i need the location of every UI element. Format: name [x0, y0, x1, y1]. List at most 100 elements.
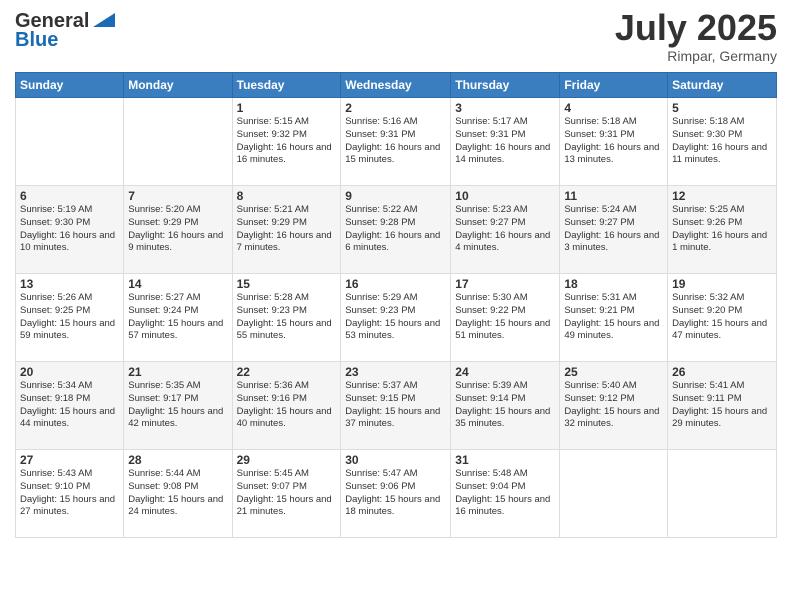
- day-info: Sunrise: 5:45 AMSunset: 9:07 PMDaylight:…: [237, 468, 337, 519]
- calendar-week-1: 1Sunrise: 5:15 AMSunset: 9:32 PMDaylight…: [16, 98, 777, 186]
- day-number: 1: [237, 101, 337, 115]
- day-number: 28: [128, 453, 227, 467]
- calendar-cell: 6Sunrise: 5:19 AMSunset: 9:30 PMDaylight…: [16, 186, 124, 274]
- day-info: Sunrise: 5:31 AMSunset: 9:21 PMDaylight:…: [564, 292, 663, 343]
- day-info: Sunrise: 5:39 AMSunset: 9:14 PMDaylight:…: [455, 380, 555, 431]
- calendar-cell: 23Sunrise: 5:37 AMSunset: 9:15 PMDayligh…: [341, 362, 451, 450]
- day-number: 13: [20, 277, 119, 291]
- calendar-cell: [560, 450, 668, 538]
- title-area: July 2025 Rimpar, Germany: [615, 10, 777, 64]
- calendar-cell: 10Sunrise: 5:23 AMSunset: 9:27 PMDayligh…: [451, 186, 560, 274]
- day-info: Sunrise: 5:23 AMSunset: 9:27 PMDaylight:…: [455, 204, 555, 255]
- day-number: 12: [672, 189, 772, 203]
- calendar-cell: 5Sunrise: 5:18 AMSunset: 9:30 PMDaylight…: [668, 98, 777, 186]
- calendar-cell: 12Sunrise: 5:25 AMSunset: 9:26 PMDayligh…: [668, 186, 777, 274]
- day-number: 10: [455, 189, 555, 203]
- calendar-cell: 14Sunrise: 5:27 AMSunset: 9:24 PMDayligh…: [124, 274, 232, 362]
- day-number: 24: [455, 365, 555, 379]
- month-title: July 2025: [615, 10, 777, 46]
- col-friday: Friday: [560, 73, 668, 98]
- calendar-cell: 16Sunrise: 5:29 AMSunset: 9:23 PMDayligh…: [341, 274, 451, 362]
- day-info: Sunrise: 5:47 AMSunset: 9:06 PMDaylight:…: [345, 468, 446, 519]
- calendar-cell: 29Sunrise: 5:45 AMSunset: 9:07 PMDayligh…: [232, 450, 341, 538]
- calendar-cell: 15Sunrise: 5:28 AMSunset: 9:23 PMDayligh…: [232, 274, 341, 362]
- day-info: Sunrise: 5:21 AMSunset: 9:29 PMDaylight:…: [237, 204, 337, 255]
- logo-icon: [93, 13, 115, 27]
- calendar: Sunday Monday Tuesday Wednesday Thursday…: [15, 72, 777, 538]
- calendar-cell: 20Sunrise: 5:34 AMSunset: 9:18 PMDayligh…: [16, 362, 124, 450]
- calendar-header-row: Sunday Monday Tuesday Wednesday Thursday…: [16, 73, 777, 98]
- calendar-cell: 31Sunrise: 5:48 AMSunset: 9:04 PMDayligh…: [451, 450, 560, 538]
- day-info: Sunrise: 5:15 AMSunset: 9:32 PMDaylight:…: [237, 116, 337, 167]
- calendar-cell: 13Sunrise: 5:26 AMSunset: 9:25 PMDayligh…: [16, 274, 124, 362]
- calendar-cell: [124, 98, 232, 186]
- day-info: Sunrise: 5:20 AMSunset: 9:29 PMDaylight:…: [128, 204, 227, 255]
- day-number: 7: [128, 189, 227, 203]
- calendar-cell: 17Sunrise: 5:30 AMSunset: 9:22 PMDayligh…: [451, 274, 560, 362]
- day-info: Sunrise: 5:40 AMSunset: 9:12 PMDaylight:…: [564, 380, 663, 431]
- day-info: Sunrise: 5:16 AMSunset: 9:31 PMDaylight:…: [345, 116, 446, 167]
- day-info: Sunrise: 5:34 AMSunset: 9:18 PMDaylight:…: [20, 380, 119, 431]
- calendar-cell: 28Sunrise: 5:44 AMSunset: 9:08 PMDayligh…: [124, 450, 232, 538]
- day-number: 25: [564, 365, 663, 379]
- day-number: 23: [345, 365, 446, 379]
- day-number: 19: [672, 277, 772, 291]
- calendar-week-5: 27Sunrise: 5:43 AMSunset: 9:10 PMDayligh…: [16, 450, 777, 538]
- day-info: Sunrise: 5:19 AMSunset: 9:30 PMDaylight:…: [20, 204, 119, 255]
- calendar-cell: 26Sunrise: 5:41 AMSunset: 9:11 PMDayligh…: [668, 362, 777, 450]
- day-number: 31: [455, 453, 555, 467]
- day-number: 21: [128, 365, 227, 379]
- calendar-cell: 27Sunrise: 5:43 AMSunset: 9:10 PMDayligh…: [16, 450, 124, 538]
- calendar-week-3: 13Sunrise: 5:26 AMSunset: 9:25 PMDayligh…: [16, 274, 777, 362]
- day-info: Sunrise: 5:25 AMSunset: 9:26 PMDaylight:…: [672, 204, 772, 255]
- day-info: Sunrise: 5:26 AMSunset: 9:25 PMDaylight:…: [20, 292, 119, 343]
- col-sunday: Sunday: [16, 73, 124, 98]
- page: General Blue July 2025 Rimpar, Germany S…: [0, 0, 792, 612]
- day-number: 8: [237, 189, 337, 203]
- day-info: Sunrise: 5:27 AMSunset: 9:24 PMDaylight:…: [128, 292, 227, 343]
- day-info: Sunrise: 5:37 AMSunset: 9:15 PMDaylight:…: [345, 380, 446, 431]
- calendar-cell: 7Sunrise: 5:20 AMSunset: 9:29 PMDaylight…: [124, 186, 232, 274]
- calendar-cell: 4Sunrise: 5:18 AMSunset: 9:31 PMDaylight…: [560, 98, 668, 186]
- day-info: Sunrise: 5:43 AMSunset: 9:10 PMDaylight:…: [20, 468, 119, 519]
- day-info: Sunrise: 5:32 AMSunset: 9:20 PMDaylight:…: [672, 292, 772, 343]
- day-number: 5: [672, 101, 772, 115]
- day-info: Sunrise: 5:35 AMSunset: 9:17 PMDaylight:…: [128, 380, 227, 431]
- day-info: Sunrise: 5:18 AMSunset: 9:31 PMDaylight:…: [564, 116, 663, 167]
- day-info: Sunrise: 5:48 AMSunset: 9:04 PMDaylight:…: [455, 468, 555, 519]
- day-number: 3: [455, 101, 555, 115]
- calendar-cell: 21Sunrise: 5:35 AMSunset: 9:17 PMDayligh…: [124, 362, 232, 450]
- calendar-cell: 11Sunrise: 5:24 AMSunset: 9:27 PMDayligh…: [560, 186, 668, 274]
- header: General Blue July 2025 Rimpar, Germany: [15, 10, 777, 64]
- day-number: 11: [564, 189, 663, 203]
- calendar-week-2: 6Sunrise: 5:19 AMSunset: 9:30 PMDaylight…: [16, 186, 777, 274]
- day-number: 17: [455, 277, 555, 291]
- calendar-cell: 25Sunrise: 5:40 AMSunset: 9:12 PMDayligh…: [560, 362, 668, 450]
- calendar-cell: 3Sunrise: 5:17 AMSunset: 9:31 PMDaylight…: [451, 98, 560, 186]
- day-info: Sunrise: 5:18 AMSunset: 9:30 PMDaylight:…: [672, 116, 772, 167]
- calendar-cell: 9Sunrise: 5:22 AMSunset: 9:28 PMDaylight…: [341, 186, 451, 274]
- calendar-cell: [668, 450, 777, 538]
- day-number: 14: [128, 277, 227, 291]
- logo: General Blue: [15, 10, 115, 52]
- day-info: Sunrise: 5:22 AMSunset: 9:28 PMDaylight:…: [345, 204, 446, 255]
- calendar-cell: [16, 98, 124, 186]
- calendar-cell: 1Sunrise: 5:15 AMSunset: 9:32 PMDaylight…: [232, 98, 341, 186]
- calendar-cell: 24Sunrise: 5:39 AMSunset: 9:14 PMDayligh…: [451, 362, 560, 450]
- day-number: 4: [564, 101, 663, 115]
- day-number: 9: [345, 189, 446, 203]
- day-number: 2: [345, 101, 446, 115]
- day-info: Sunrise: 5:24 AMSunset: 9:27 PMDaylight:…: [564, 204, 663, 255]
- calendar-cell: 8Sunrise: 5:21 AMSunset: 9:29 PMDaylight…: [232, 186, 341, 274]
- col-thursday: Thursday: [451, 73, 560, 98]
- day-number: 15: [237, 277, 337, 291]
- day-number: 26: [672, 365, 772, 379]
- day-info: Sunrise: 5:36 AMSunset: 9:16 PMDaylight:…: [237, 380, 337, 431]
- day-info: Sunrise: 5:30 AMSunset: 9:22 PMDaylight:…: [455, 292, 555, 343]
- calendar-cell: 18Sunrise: 5:31 AMSunset: 9:21 PMDayligh…: [560, 274, 668, 362]
- day-number: 6: [20, 189, 119, 203]
- col-monday: Monday: [124, 73, 232, 98]
- col-saturday: Saturday: [668, 73, 777, 98]
- day-info: Sunrise: 5:28 AMSunset: 9:23 PMDaylight:…: [237, 292, 337, 343]
- day-info: Sunrise: 5:41 AMSunset: 9:11 PMDaylight:…: [672, 380, 772, 431]
